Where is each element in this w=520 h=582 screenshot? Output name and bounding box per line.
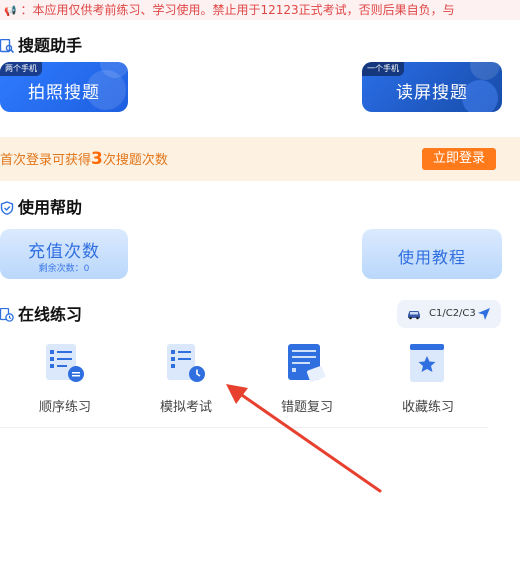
annotation-arrow	[226, 384, 382, 493]
arrow-head-icon	[226, 384, 248, 404]
